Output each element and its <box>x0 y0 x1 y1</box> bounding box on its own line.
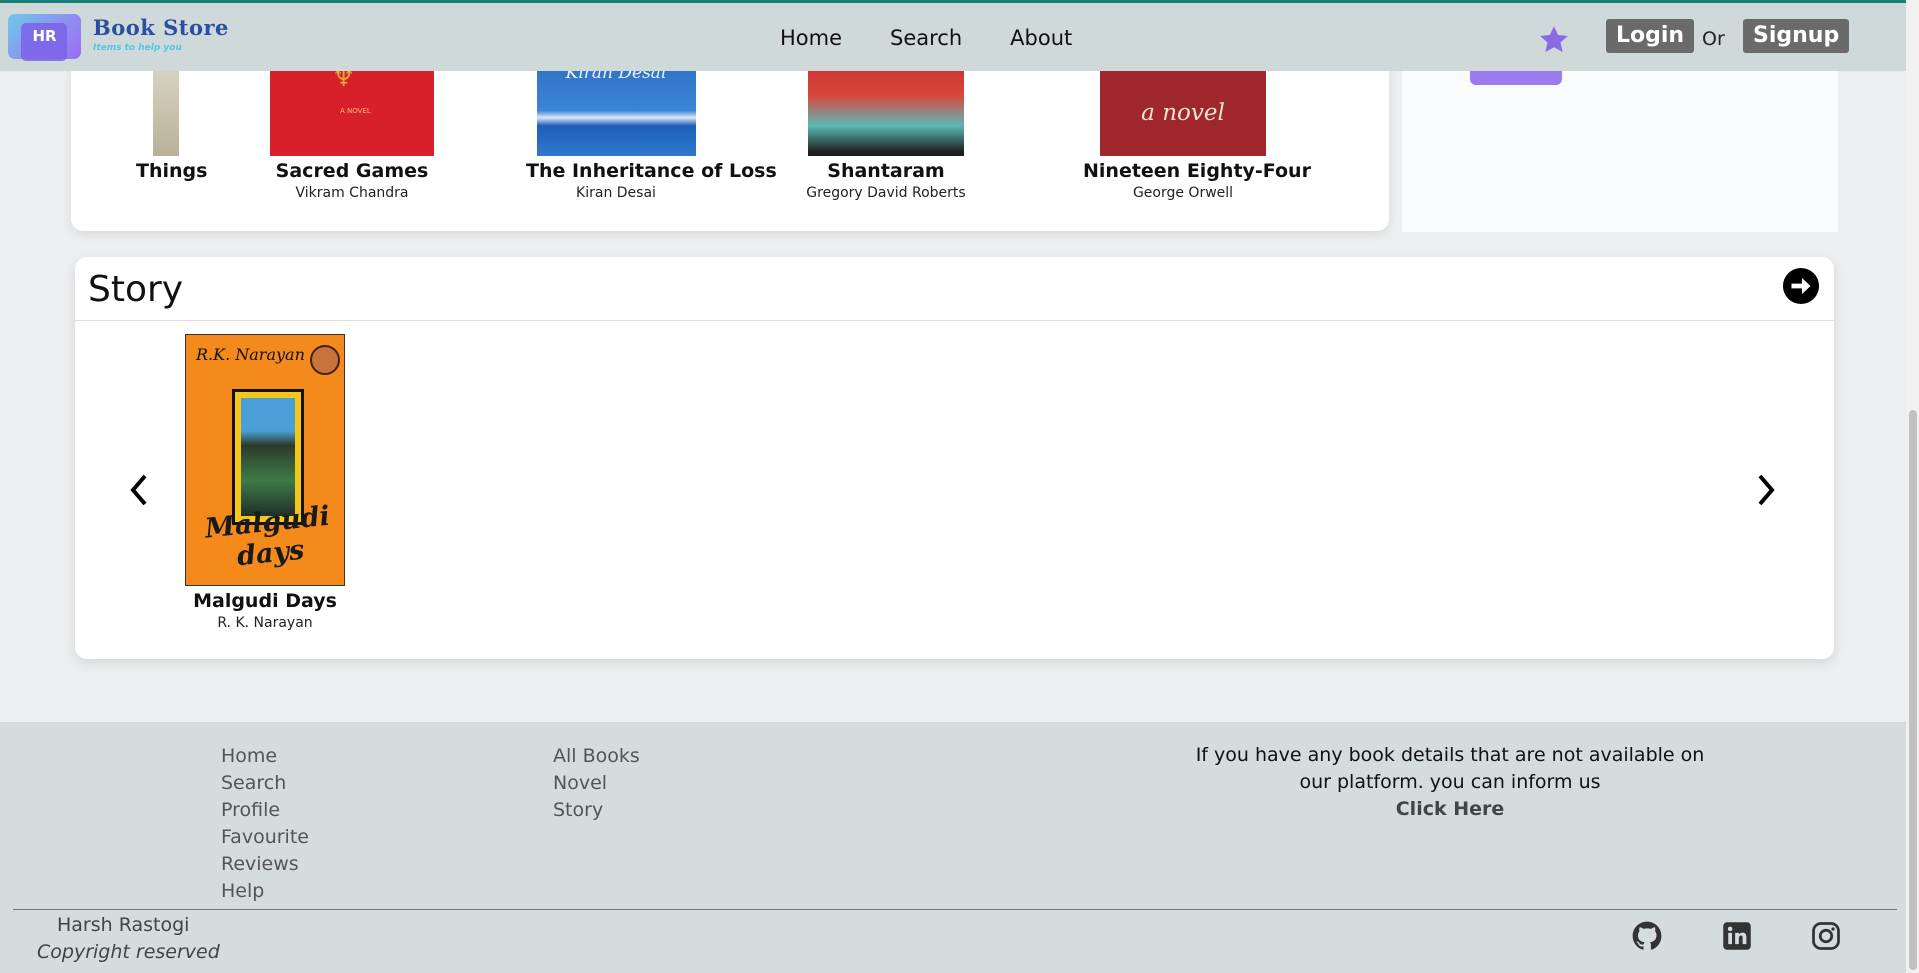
nav-links: Home Search About <box>780 26 1072 50</box>
nav-home[interactable]: Home <box>780 26 842 50</box>
github-icon[interactable] <box>1632 921 1662 951</box>
footer-link-profile[interactable]: Profile <box>221 797 309 824</box>
or-label: Or <box>1702 28 1725 50</box>
footer-link-novel[interactable]: Novel <box>553 770 640 797</box>
book-card[interactable]: Things <box>136 55 208 182</box>
arrow-circle-right-icon[interactable] <box>1782 267 1820 305</box>
book-title: Nineteen Eighty-Four <box>1083 160 1311 182</box>
author-name: Harsh Rastogi <box>57 914 190 936</box>
logo-initials: HR <box>32 27 57 45</box>
book-author: R. K. Narayan <box>217 615 313 631</box>
chevron-left-icon[interactable] <box>127 472 151 508</box>
book-title: Sacred Games <box>275 160 429 182</box>
right-side-panel <box>1402 55 1838 232</box>
footer-link-search[interactable]: Search <box>221 770 309 797</box>
footer-link-home[interactable]: Home <box>221 743 309 770</box>
copyright-text: Copyright reserved <box>37 941 220 963</box>
chevron-right-icon[interactable] <box>1754 472 1778 508</box>
footer-divider <box>13 909 1897 910</box>
book-cover: R.K. Narayan Malgudi days <box>185 334 345 586</box>
book-title: The Inheritance of Loss <box>526 160 777 182</box>
login-button[interactable]: Login <box>1606 19 1695 53</box>
click-here-link[interactable]: Click Here <box>1195 796 1705 823</box>
book-author: George Orwell <box>1132 185 1234 201</box>
signup-button[interactable]: Signup <box>1743 19 1850 53</box>
linkedin-icon[interactable] <box>1722 921 1752 951</box>
story-section: Story R.K. Narayan Malgudi days Malgudi … <box>75 257 1834 659</box>
instagram-icon[interactable] <box>1811 921 1841 951</box>
book-card[interactable]: a novel Nineteen Eighty-Four George Orwe… <box>1083 55 1311 201</box>
footer-info: If you have any book details that are no… <box>1195 742 1705 823</box>
star-icon[interactable] <box>1536 23 1572 57</box>
navbar: HR Book Store Items to help you Home Sea… <box>0 3 1919 71</box>
book-title: Shantaram <box>827 160 945 182</box>
book-author: Gregory David Roberts <box>806 185 966 201</box>
footer-link-favourite[interactable]: Favourite <box>221 824 309 851</box>
book-author: Kiran Desai <box>576 185 656 201</box>
nav-about[interactable]: About <box>1010 26 1072 50</box>
footer-link-story[interactable]: Story <box>553 797 640 824</box>
book-card[interactable]: R.K. Narayan Malgudi days Malgudi Days R… <box>185 334 345 631</box>
footer-info-text: If you have any book details that are no… <box>1195 744 1705 793</box>
book-card[interactable]: Kiran Desai The Inheritance of Loss Kira… <box>526 55 777 201</box>
top-carousel-card: ‹ › Things A NOVEL ♆ Sacred Games Vikram… <box>71 47 1389 231</box>
book-card[interactable]: Shantaram Gregory David Roberts <box>806 55 966 201</box>
section-title: Story <box>88 269 184 310</box>
nav-search[interactable]: Search <box>890 26 962 50</box>
book-card[interactable]: A NOVEL ♆ Sacred Games Vikram Chandra <box>270 55 434 201</box>
brand-logo[interactable]: HR <box>8 14 81 61</box>
book-author: Vikram Chandra <box>295 185 409 201</box>
brand-tagline: Items to help you <box>93 43 182 53</box>
footer-links-categories: All Books Novel Story <box>553 743 640 824</box>
footer-link-reviews[interactable]: Reviews <box>221 851 309 878</box>
footer: Home Search Profile Favourite Reviews He… <box>0 722 1919 973</box>
footer-links-main: Home Search Profile Favourite Reviews He… <box>221 743 309 905</box>
footer-link-all-books[interactable]: All Books <box>553 743 640 770</box>
footer-link-help[interactable]: Help <box>221 878 309 905</box>
scrollbar-thumb[interactable] <box>1909 410 1917 970</box>
section-divider <box>75 320 1834 321</box>
book-title: Things <box>136 160 208 182</box>
brand-title[interactable]: Book Store <box>93 15 229 40</box>
book-title: Malgudi Days <box>193 590 337 612</box>
